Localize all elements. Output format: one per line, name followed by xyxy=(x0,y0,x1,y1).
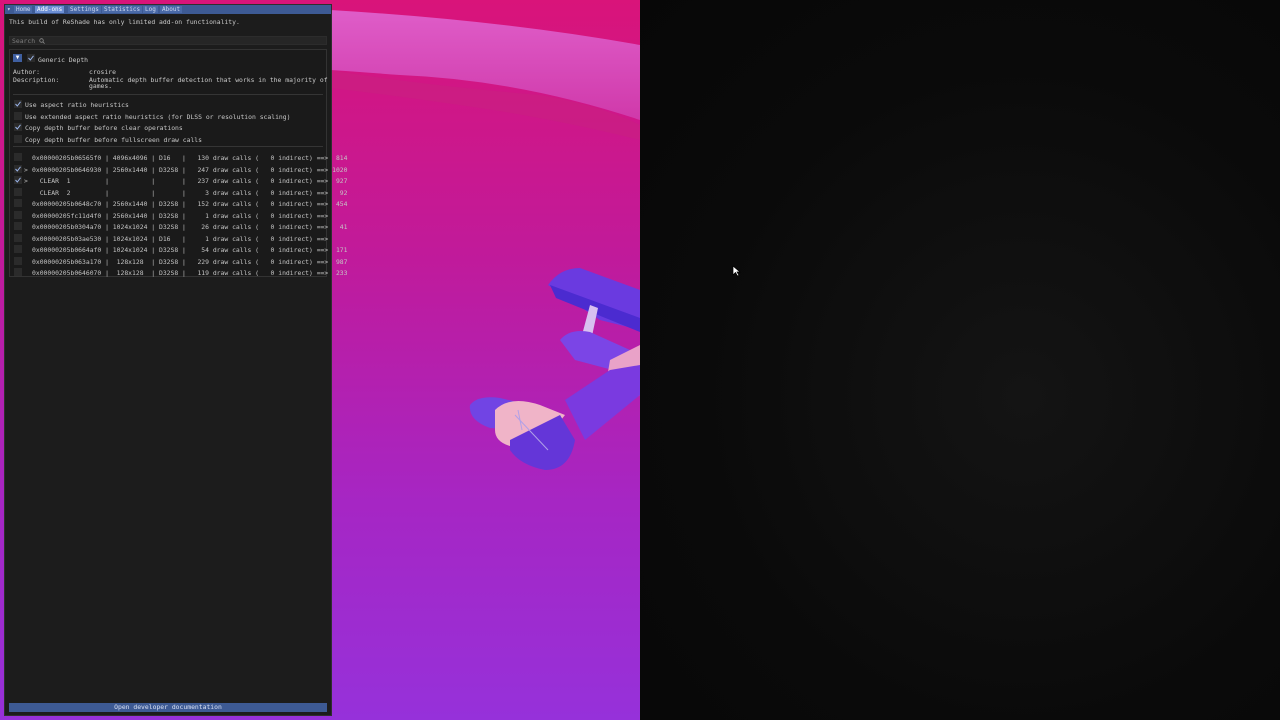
depth-buffer-row[interactable]: 0x00000205b0648c70 | 2560x1440 | D32S8 |… xyxy=(10,198,348,209)
check-icon xyxy=(15,177,21,183)
biplane-shape xyxy=(469,268,640,470)
tab-settings[interactable]: Settings xyxy=(68,6,101,13)
check-icon xyxy=(15,101,21,107)
option-label: Copy depth buffer before clear operation… xyxy=(25,124,183,132)
buffer-info-text: 0x00000205b0646070 | 128x128 | D32S8 | 1… xyxy=(32,269,348,277)
buffer-info-text: 0x00000205b06565f0 | 4096x4096 | D16 | 1… xyxy=(32,154,348,162)
depth-buffer-row[interactable]: >0x00000205b0646930 | 2560x1440 | D32S8 … xyxy=(10,164,348,175)
option-label: Copy depth buffer before fullscreen draw… xyxy=(25,135,202,144)
buffer-info-text: CLEAR 2 | | | 3 draw calls ( 0 indirect)… xyxy=(32,188,348,197)
buffer-select-checkbox[interactable] xyxy=(14,199,22,207)
depth-buffer-row[interactable]: CLEAR 2 | | | 3 draw calls ( 0 indirect)… xyxy=(10,187,348,198)
open-developer-documentation-button[interactable]: Open developer documentation xyxy=(9,703,327,712)
depth-buffer-row[interactable]: 0x00000205b0304a70 | 1024x1024 | D32S8 |… xyxy=(10,221,348,232)
tab-bar: ▾ Home Add-ons Settings Statistics Log A… xyxy=(5,5,331,14)
depth-buffer-row[interactable]: 0x00000205b0664af0 | 1024x1024 | D32S8 |… xyxy=(10,244,348,255)
depth-buffer-row[interactable]: 0x00000205b03ae530 | 1024x1024 | D16 | 1… xyxy=(10,233,329,244)
buffer-select-checkbox[interactable] xyxy=(14,233,22,242)
selected-arrow-indicator: > xyxy=(24,177,28,185)
search-placeholder: Search xyxy=(12,37,36,45)
buffer-info-text: 0x00000205b03ae530 | 1024x1024 | D16 | 1… xyxy=(32,234,329,243)
option-checkbox[interactable] xyxy=(14,123,22,131)
buffer-select-checkbox[interactable] xyxy=(14,210,22,219)
author-label: Author: xyxy=(13,68,40,76)
selected-arrow-indicator: > xyxy=(24,165,28,174)
check-icon xyxy=(15,124,21,130)
buffer-select-checkbox[interactable] xyxy=(14,222,22,230)
tab-about[interactable]: About xyxy=(160,6,183,13)
depth-buffer-row[interactable]: 0x00000205b06565f0 | 4096x4096 | D16 | 1… xyxy=(10,152,348,163)
buffer-select-checkbox[interactable] xyxy=(14,153,22,161)
buffer-info-text: 0x00000205b0646930 | 2560x1440 | D32S8 |… xyxy=(32,165,348,174)
option-checkbox[interactable] xyxy=(14,134,22,143)
divider xyxy=(13,146,323,147)
description-line-1: Automatic depth buffer detection that wo… xyxy=(89,76,328,84)
buffer-info-text: 0x00000205fc11d4f0 | 2560x1440 | D32S8 |… xyxy=(32,211,329,220)
buffer-select-checkbox[interactable] xyxy=(14,176,22,184)
check-icon xyxy=(15,165,21,172)
buffer-select-checkbox[interactable] xyxy=(14,187,22,196)
buffer-info-text: 0x00000205b0664af0 | 1024x1024 | D32S8 |… xyxy=(32,246,348,254)
buffer-info-text: 0x00000205b0304a70 | 1024x1024 | D32S8 |… xyxy=(32,223,348,231)
buffer-info-text: 0x00000205b0648c70 | 2560x1440 | D32S8 |… xyxy=(32,200,348,208)
divider xyxy=(13,94,323,95)
buffer-select-checkbox[interactable] xyxy=(14,256,22,265)
dark-viewport-area xyxy=(640,0,1280,720)
depth-buffer-row[interactable]: 0x00000205b0646070 | 128x128 | D32S8 | 1… xyxy=(10,267,348,278)
tab-statistics[interactable]: Statistics xyxy=(102,6,143,13)
option-label: Use aspect ratio heuristics xyxy=(25,101,129,109)
addon-panel-generic-depth: ▼ Generic Depth Author: crosire Descript… xyxy=(9,49,348,278)
buffer-select-checkbox[interactable] xyxy=(14,245,22,253)
tab-add-ons[interactable]: Add-ons xyxy=(35,6,65,13)
addon-name: Generic Depth xyxy=(38,56,89,64)
collapse-window-icon[interactable]: ▾ xyxy=(7,6,13,13)
buffer-select-checkbox[interactable] xyxy=(14,164,22,173)
reshade-overlay-window: ▾ Home Add-ons Settings Statistics Log A… xyxy=(4,4,348,716)
option-checkbox[interactable] xyxy=(14,111,22,120)
buffer-select-checkbox[interactable] xyxy=(14,268,22,276)
option-checkbox[interactable] xyxy=(14,100,22,108)
tab-home[interactable]: Home xyxy=(14,6,33,13)
limited-functionality-notice: This build of ReShade has only limited a… xyxy=(9,18,240,26)
depth-buffer-row[interactable]: 0x00000205fc11d4f0 | 2560x1440 | D32S8 |… xyxy=(10,210,329,221)
description-label: Description: xyxy=(13,76,60,84)
addon-enabled-checkbox[interactable] xyxy=(27,54,35,62)
tab-log[interactable]: Log xyxy=(143,6,158,13)
buffer-info-text: 0x00000205b063a170 | 128x128 | D32S8 | 2… xyxy=(32,257,348,266)
buffer-info-text: CLEAR 1 | | | 237 draw calls ( 0 indirec… xyxy=(32,177,348,185)
expand-addon-button[interactable]: ▼ xyxy=(13,54,22,62)
search-icon xyxy=(39,38,45,46)
check-icon xyxy=(28,55,34,61)
depth-buffer-row[interactable]: > CLEAR 1 | | | 237 draw calls ( 0 indir… xyxy=(10,175,348,186)
search-input[interactable]: Search xyxy=(9,36,327,45)
option-label: Use extended aspect ratio heuristics (fo… xyxy=(25,112,291,121)
author-value: crosire xyxy=(89,68,116,76)
mouse-cursor-icon xyxy=(732,265,741,279)
depth-buffer-row[interactable]: 0x00000205b063a170 | 128x128 | D32S8 | 2… xyxy=(10,256,348,267)
description-line-2: games. xyxy=(89,82,113,90)
